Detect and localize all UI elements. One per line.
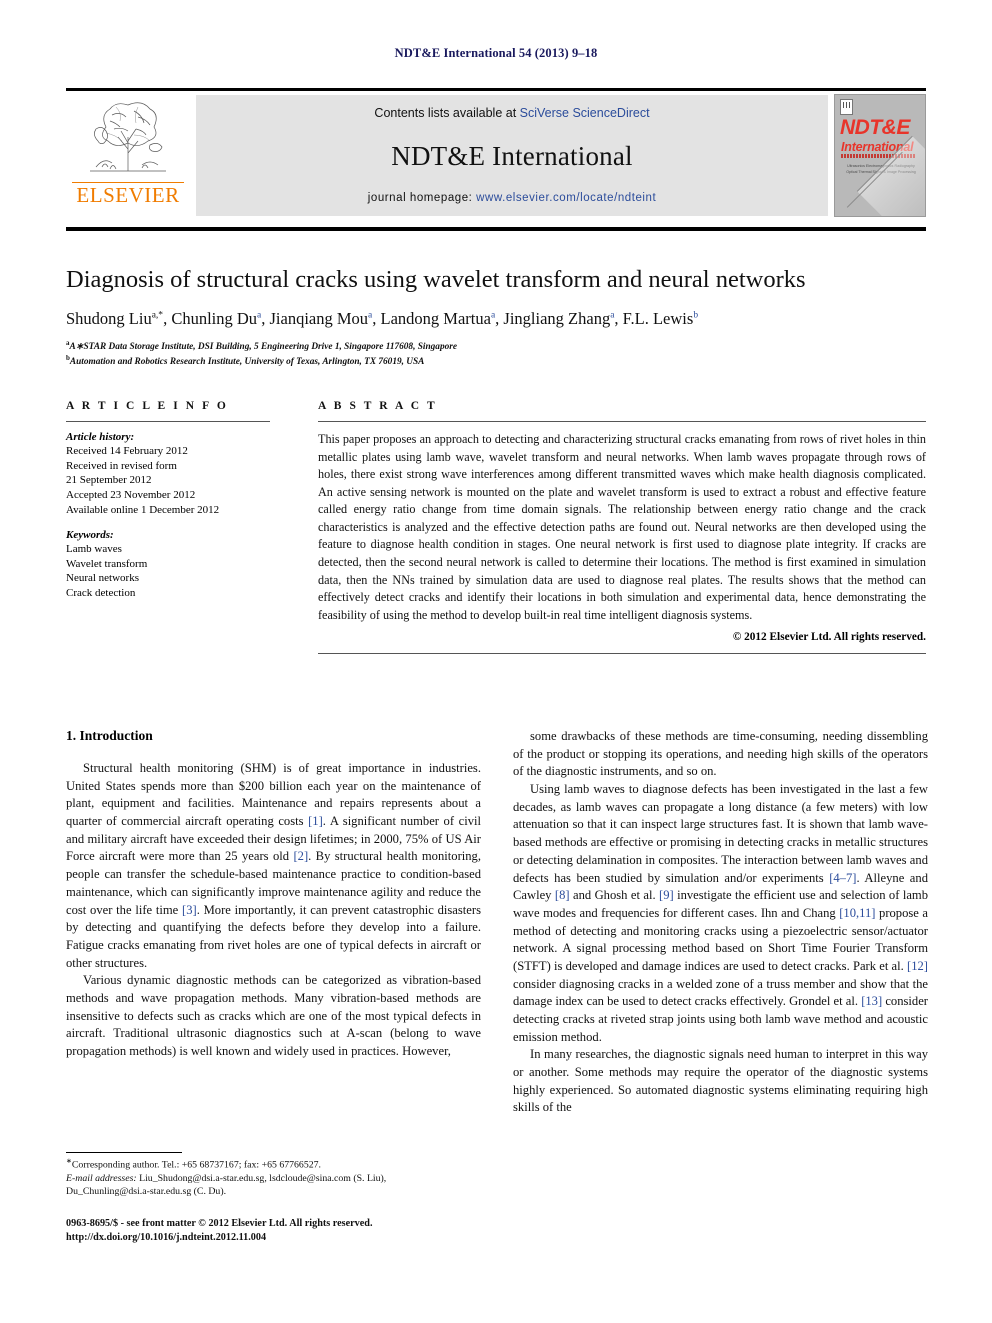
history-item: Accepted 23 November 2012 [66, 488, 196, 501]
issn-copyright-line: 0963-8695/$ - see front matter © 2012 El… [66, 1217, 481, 1246]
elsevier-wordmark: ELSEVIER [72, 182, 184, 206]
page-title: Diagnosis of structural cracks using wav… [66, 266, 806, 293]
masthead-center-band: Contents lists available at SciVerse Sci… [196, 95, 828, 216]
paragraph: Structural health monitoring (SHM) is of… [66, 760, 481, 972]
footnote-rule [66, 1152, 182, 1153]
article-history-label: Article history: [66, 431, 135, 443]
abstract-column: A B S T R A C T This paper proposes an a… [288, 400, 926, 655]
citation-ref[interactable]: [12] [907, 959, 928, 973]
running-head: NDT&E International 54 (2013) 9–18 [394, 46, 598, 60]
email-note: E-mail addresses: Liu_Shudong@dsi.a-star… [66, 1172, 481, 1186]
article-info-heading: A R T I C L E I N F O [66, 400, 229, 412]
email-line-2: Du_Chunling@dsi.a-star.edu.sg (C. Du). [66, 1186, 227, 1198]
journal-cover-thumbnail: NDT&E International Ultrasonics Electrom… [834, 94, 926, 217]
history-item: 21 September 2012 [66, 474, 152, 487]
abstract-rule-bottom [318, 653, 926, 655]
author-name: F.L. Lewis [622, 309, 694, 329]
author-affil-marker: b [693, 310, 699, 321]
article-info-column: A R T I C L E I N F O Article history: R… [66, 400, 288, 654]
keyword-item: Crack detection [66, 587, 136, 599]
affiliation-text: A∗STAR Data Storage Institute, DSI Build… [69, 341, 458, 352]
keyword-item: Neural networks [66, 572, 140, 585]
author-name: Landong Martua [380, 309, 491, 329]
journal-homepage-link[interactable]: www.elsevier.com/locate/ndteint [476, 192, 656, 204]
paragraph-text: Various dynamic diagnostic methods can b… [66, 973, 481, 1058]
elsevier-logo: ELSEVIER [66, 91, 190, 220]
author-name: Chunling Du [171, 309, 258, 329]
paragraph-text: Using lamb waves to diagnose defects has… [513, 782, 929, 1044]
citation-ref[interactable]: [8] [555, 888, 570, 902]
masthead-bottom-rule [66, 227, 926, 231]
footnote-area: ∗Corresponding author. Tel.: +65 6873716… [66, 1152, 481, 1245]
paragraph-text: Structural health monitoring (SHM) is of… [66, 761, 482, 970]
citation-ref[interactable]: [9] [659, 888, 674, 902]
paragraph: In many researches, the diagnostic signa… [513, 1046, 928, 1117]
citation-ref[interactable]: [1] [308, 814, 323, 828]
body-right-column: some drawbacks of these methods are time… [513, 728, 928, 1248]
paragraph: Using lamb waves to diagnose defects has… [513, 781, 928, 1046]
article-info-rule [66, 421, 270, 422]
contents-available-line: Contents lists available at SciVerse Sci… [374, 106, 649, 120]
author-entry: Jingliang Zhanga [503, 309, 614, 328]
citation-ref[interactable]: [2] [293, 849, 308, 863]
history-item: Received 14 February 2012 [66, 445, 188, 457]
sciencedirect-link[interactable]: SciVerse ScienceDirect [520, 106, 650, 120]
paragraph: some drawbacks of these methods are time… [513, 728, 928, 781]
author-name: Jingliang Zhang [503, 309, 611, 329]
corresponding-author-text: Corresponding author. Tel.: +65 68737167… [71, 1159, 321, 1171]
paragraph-text: In many researches, the diagnostic signa… [513, 1047, 928, 1115]
email-line-1: Liu_Shudong@dsi.a-star.edu.sg, lsdcloude… [136, 1172, 387, 1184]
author-entry: Shudong Liua,* [66, 309, 163, 328]
author-affil-marker: a [257, 310, 262, 321]
affiliation-a: aA∗STAR Data Storage Institute, DSI Buil… [66, 339, 926, 354]
author-affil-marker: a,* [151, 310, 164, 321]
author-list: Shudong Liua,*, Chunling Dua, Jianqiang … [66, 309, 699, 329]
citation-ref[interactable]: [4–7] [829, 871, 856, 885]
author-entry: Chunling Dua [171, 309, 261, 328]
author-name: Shudong Liu [66, 309, 152, 329]
keywords-label: Keywords: [66, 529, 114, 542]
abstract-text: This paper proposes an approach to detec… [318, 432, 926, 622]
section-heading-introduction: 1. Introduction [66, 728, 153, 743]
author-name: Jianqiang Mou [269, 309, 369, 329]
corresponding-author-note: ∗Corresponding author. Tel.: +65 6873716… [66, 1157, 481, 1172]
cover-title-main: NDT&E [840, 116, 910, 139]
author-affil-marker: a [490, 310, 496, 321]
issn-text: 0963-8695/$ - see front matter © 2012 El… [66, 1217, 373, 1229]
history-item: Received in revised form [66, 459, 177, 472]
author-affil-marker: a [610, 310, 615, 321]
journal-masthead: ELSEVIER Contents lists available at Sci… [66, 88, 926, 220]
abstract-heading: A B S T R A C T [318, 400, 438, 412]
email-label: E-mail addresses: [66, 1172, 137, 1184]
citation-ref[interactable]: [3] [182, 903, 197, 917]
paragraph-text: some drawbacks of these methods are time… [513, 729, 928, 779]
title-block: Diagnosis of structural cracks using wav… [66, 266, 926, 369]
affiliation-b: bAutomation and Robotics Research Instit… [66, 354, 926, 369]
email-note-continued: Du_Chunling@dsi.a-star.edu.sg (C. Du). [66, 1185, 481, 1199]
citation-ref[interactable]: [10,11] [839, 906, 875, 920]
author-affil-marker: a [368, 310, 373, 321]
elsevier-tree-icon [90, 102, 166, 172]
author-entry: Landong Martuaa [381, 309, 496, 328]
cover-elsevier-mark-icon [840, 99, 853, 115]
abstract-copyright: © 2012 Elsevier Ltd. All rights reserved… [732, 631, 926, 644]
info-abstract-region: A R T I C L E I N F O Article history: R… [66, 400, 926, 655]
keyword-item: Lamb waves [66, 543, 122, 556]
paragraph: Various dynamic diagnostic methods can b… [66, 972, 481, 1060]
citation-ref[interactable]: [13] [861, 994, 882, 1008]
abstract-rule-top [318, 421, 926, 422]
keyword-item: Wavelet transform [66, 557, 148, 570]
homepage-prefix-text: journal homepage: [367, 192, 477, 204]
contents-prefix-text: Contents lists available at [374, 106, 520, 120]
doi-text: http://dx.doi.org/10.1016/j.ndteint.2012… [66, 1232, 267, 1244]
history-item: Available online 1 December 2012 [66, 503, 220, 516]
author-entry: Jianqiang Moua [270, 309, 373, 328]
journal-homepage-line: journal homepage: www.elsevier.com/locat… [368, 192, 656, 204]
journal-title: NDT&E International [391, 140, 633, 171]
author-entry: F.L. Lewisb [623, 309, 698, 328]
article-page: NDT&E International 54 (2013) 9–18 ELSEV… [0, 0, 992, 1323]
affiliation-text: Automation and Robotics Research Institu… [69, 357, 425, 368]
